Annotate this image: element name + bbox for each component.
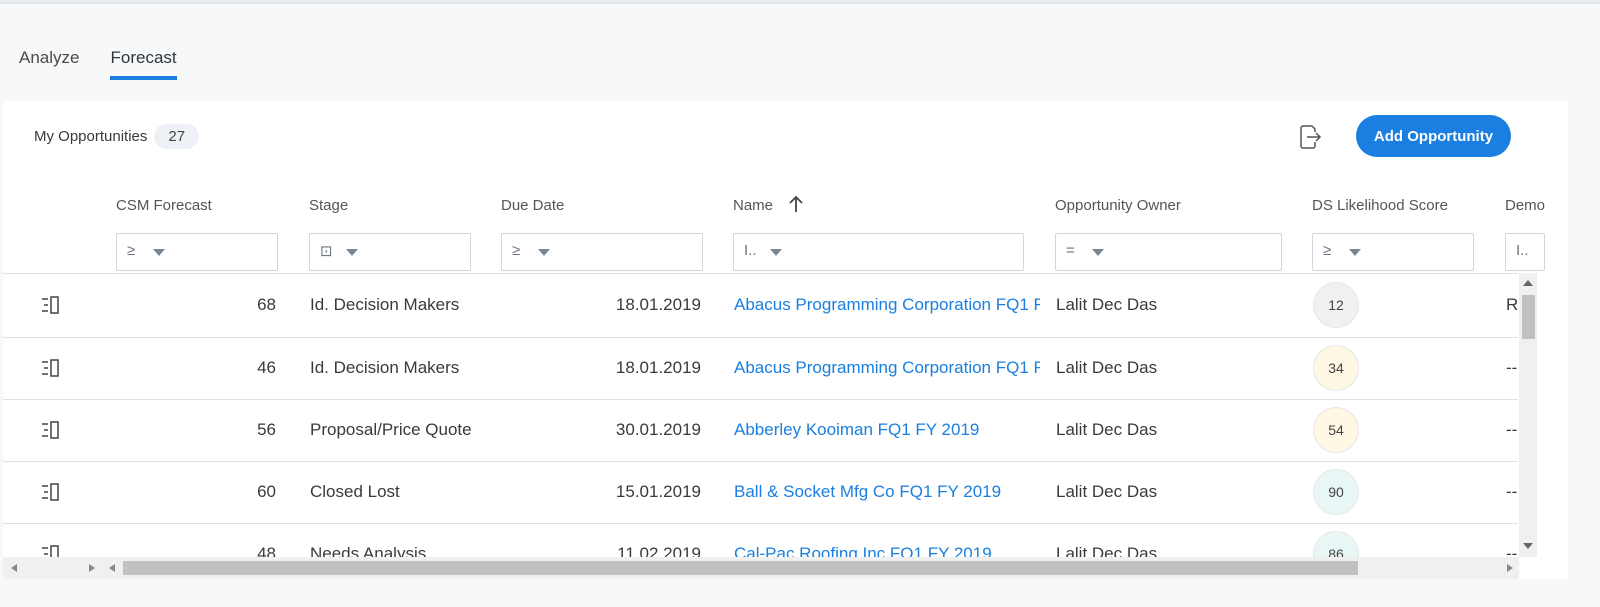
filter-csm-forecast[interactable]: ≥ (116, 233, 278, 271)
cell-stage: Proposal/Price Quote (310, 420, 472, 439)
horizontal-scrollbar[interactable] (103, 557, 1519, 579)
opportunity-name-link[interactable]: Abacus Programming Corporation FQ1 FY (734, 295, 1040, 315)
filter-due-date[interactable]: ≥ (501, 233, 703, 271)
column-header-name[interactable]: Name (733, 197, 773, 214)
opportunities-panel: My Opportunities 27 Add Opportunity CSM … (3, 101, 1568, 579)
cell-csm-forecast: 56 (257, 420, 276, 439)
cell-stage: Id. Decision Makers (310, 358, 460, 377)
filter-name[interactable]: I.. (733, 233, 1024, 271)
column-header-stage[interactable]: Stage (309, 197, 348, 214)
vertical-scroll-thumb[interactable] (1522, 295, 1535, 339)
table-row[interactable]: 60 Closed Lost 15.01.2019 Ball & Socket … (3, 462, 1518, 524)
cell-demo: -- (1506, 482, 1518, 501)
filter-ds-likelihood-score[interactable]: ≥ (1312, 233, 1474, 271)
opportunity-name-link[interactable]: Abberley Kooiman FQ1 FY 2019 (734, 420, 1040, 440)
tab-analyze[interactable]: Analyze (19, 46, 79, 80)
scroll-down-icon[interactable] (1523, 543, 1533, 549)
filter-operator: = (1066, 242, 1075, 259)
chevron-down-icon[interactable] (346, 249, 358, 256)
column-header-csm-forecast[interactable]: CSM Forecast (116, 197, 212, 214)
tab-forecast[interactable]: Forecast (110, 46, 177, 80)
filter-operator: ⊡ (320, 243, 333, 260)
cell-demo: -- (1506, 358, 1518, 377)
frozen-columns-scrollbar[interactable] (3, 557, 103, 579)
export-icon[interactable] (1297, 123, 1323, 151)
count-badge: 27 (154, 124, 200, 149)
scroll-left-icon[interactable] (109, 564, 115, 572)
opportunity-name-link[interactable]: Abacus Programming Corporation FQ1 FY (734, 358, 1040, 378)
likelihood-score-badge: 54 (1313, 407, 1359, 453)
vertical-scrollbar[interactable] (1519, 273, 1537, 557)
row-details-icon[interactable] (41, 296, 61, 314)
opportunity-name-link[interactable]: Ball & Socket Mfg Co FQ1 FY 2019 (734, 482, 1040, 502)
cell-csm-forecast: 46 (257, 358, 276, 377)
cell-opportunity-owner: Lalit Dec Das (1056, 295, 1158, 314)
sort-ascending-icon[interactable] (788, 195, 804, 213)
filter-opportunity-owner[interactable]: = (1055, 233, 1282, 271)
likelihood-score-badge: 12 (1313, 282, 1359, 328)
cell-demo: -- (1506, 420, 1518, 439)
add-opportunity-button[interactable]: Add Opportunity (1356, 115, 1511, 157)
chevron-down-icon[interactable] (153, 249, 165, 256)
tab-bar: Analyze Forecast (19, 46, 177, 82)
chevron-down-icon[interactable] (1092, 249, 1104, 256)
cell-opportunity-owner: Lalit Dec Das (1056, 420, 1158, 439)
table-row[interactable]: 68 Id. Decision Makers 18.01.2019 Abacus… (3, 274, 1518, 336)
cell-due-date: 30.01.2019 (615, 420, 701, 439)
likelihood-score-badge: 34 (1313, 345, 1359, 391)
filter-operator: ≥ (1323, 242, 1332, 259)
filter-operator: I.. (1516, 242, 1529, 259)
scroll-up-icon[interactable] (1523, 280, 1533, 286)
filter-demo[interactable]: I.. (1505, 233, 1545, 271)
cell-opportunity-owner: Lalit Dec Das (1056, 358, 1158, 377)
column-header-demo[interactable]: Demo (1505, 197, 1545, 214)
scroll-left-icon[interactable] (11, 564, 17, 572)
scroll-right-icon[interactable] (1507, 564, 1513, 572)
chevron-down-icon[interactable] (770, 249, 782, 256)
row-details-icon[interactable] (41, 359, 61, 377)
cell-due-date: 18.01.2019 (615, 295, 701, 314)
cell-stage: Closed Lost (310, 482, 400, 501)
filter-operator: ≥ (512, 242, 521, 259)
top-bar (0, 0, 1600, 4)
filter-operator: I.. (744, 242, 757, 259)
cell-stage: Id. Decision Makers (310, 295, 460, 314)
cell-demo: Ra (1506, 295, 1518, 314)
column-header-due-date[interactable]: Due Date (501, 197, 564, 214)
table-row[interactable]: 46 Id. Decision Makers 18.01.2019 Abacus… (3, 338, 1518, 400)
chevron-down-icon[interactable] (1349, 249, 1361, 256)
scroll-right-icon[interactable] (89, 564, 95, 572)
panel-header: My Opportunities 27 (34, 124, 200, 149)
cell-opportunity-owner: Lalit Dec Das (1056, 482, 1158, 501)
panel-title: My Opportunities (34, 128, 148, 145)
filter-operator: ≥ (127, 242, 136, 259)
filter-stage[interactable]: ⊡ (309, 233, 471, 271)
cell-due-date: 18.01.2019 (615, 358, 701, 377)
table-row[interactable]: 56 Proposal/Price Quote 30.01.2019 Abber… (3, 400, 1518, 462)
row-details-icon[interactable] (41, 483, 61, 501)
cell-csm-forecast: 68 (257, 295, 276, 314)
row-details-icon[interactable] (41, 421, 61, 439)
horizontal-scroll-thumb[interactable] (123, 561, 1358, 575)
chevron-down-icon[interactable] (538, 249, 550, 256)
cell-due-date: 15.01.2019 (615, 482, 701, 501)
cell-csm-forecast: 60 (257, 482, 276, 501)
column-header-opportunity-owner[interactable]: Opportunity Owner (1055, 197, 1181, 214)
likelihood-score-badge: 90 (1313, 469, 1359, 515)
column-header-ds-likelihood-score[interactable]: DS Likelihood Score (1312, 197, 1448, 214)
